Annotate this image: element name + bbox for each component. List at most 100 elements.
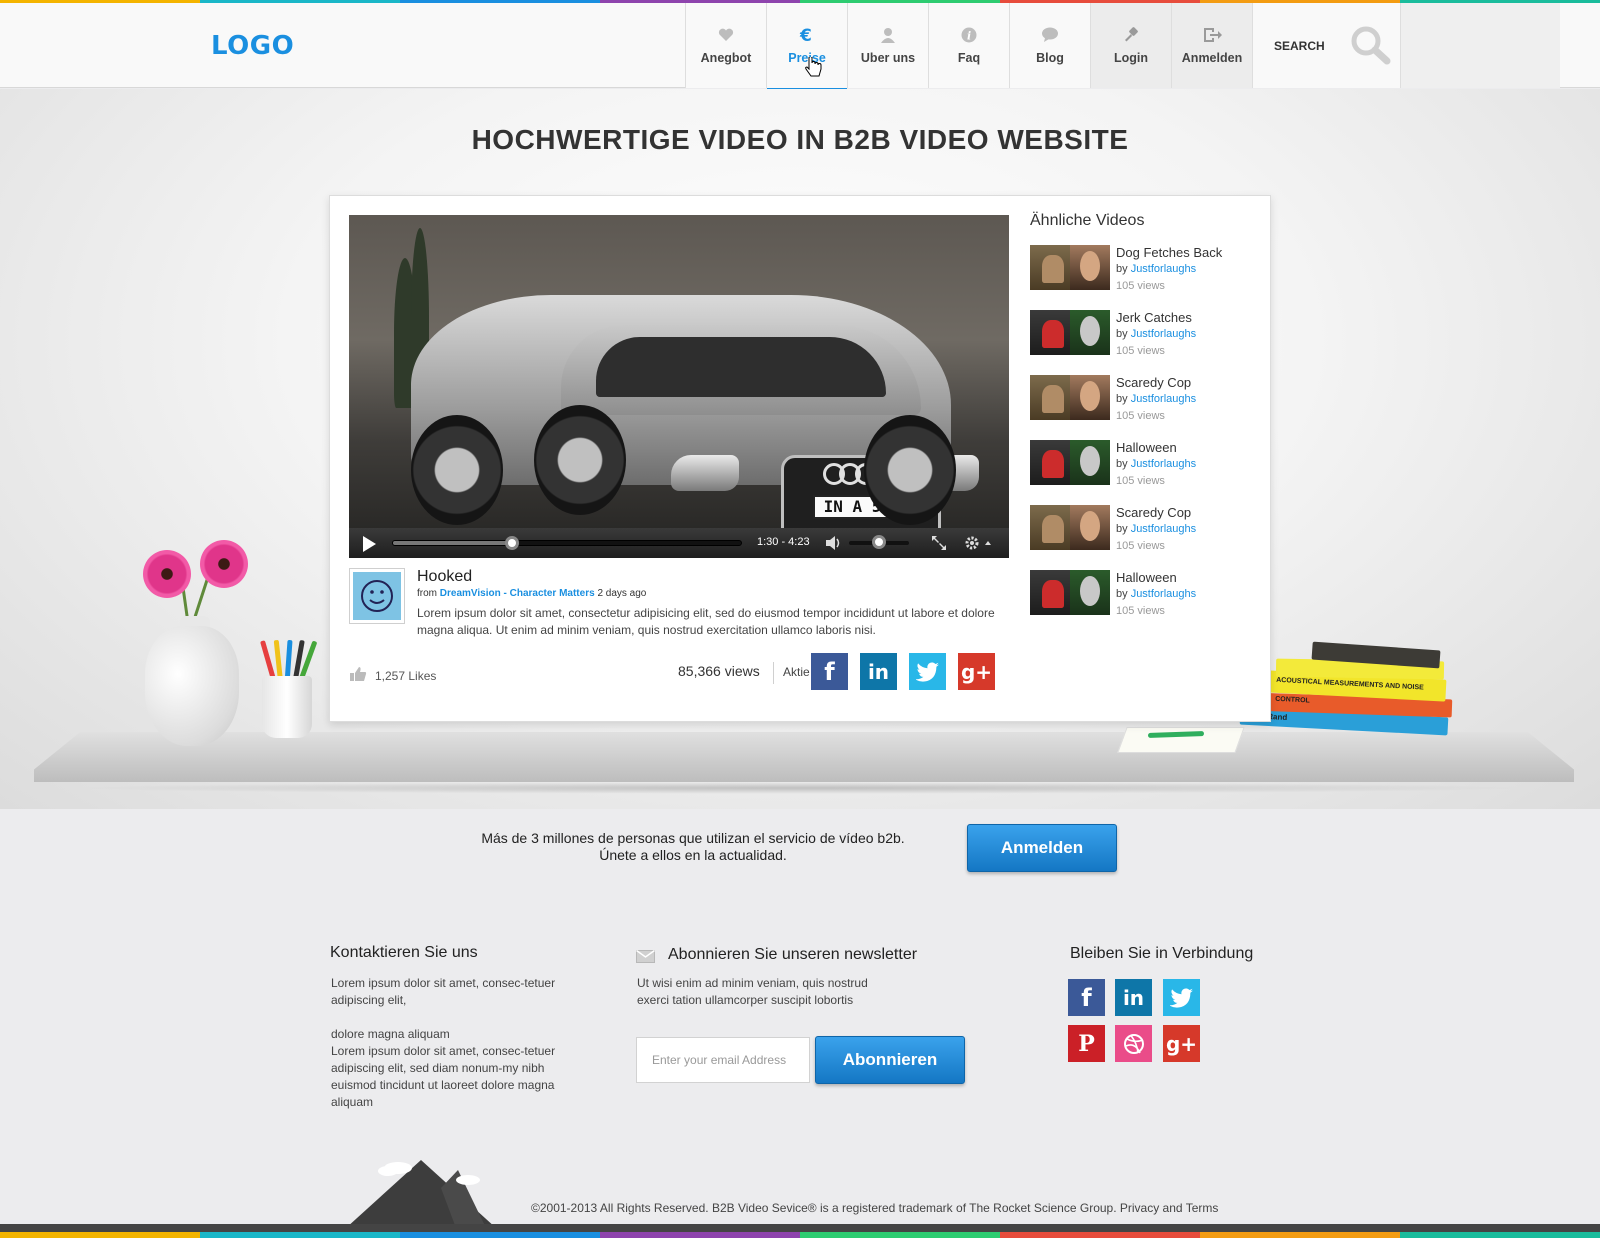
flower — [200, 540, 248, 588]
nav-item-anmelden[interactable]: Anmelden — [1171, 3, 1252, 88]
cta-text: Más de 3 millones de personas que utiliz… — [440, 830, 946, 864]
video-frame[interactable]: IN A 5001 — [349, 215, 1009, 528]
progress-bar[interactable] — [392, 536, 742, 550]
related-views: 105 views — [1116, 345, 1165, 357]
related-thumbnail[interactable] — [1030, 310, 1110, 355]
related-thumbnail[interactable] — [1030, 570, 1110, 615]
avatar[interactable] — [349, 568, 405, 624]
color-segment — [600, 1232, 800, 1238]
header-spacer — [1400, 3, 1560, 88]
video-player[interactable]: IN A 5001 1:30 - 4:23 — [349, 215, 1009, 558]
mountain-illustration — [346, 1158, 496, 1233]
likes[interactable]: 1,257 Likes — [349, 666, 436, 685]
contact-paragraph: Lorem ipsum dolor sit amet, consec-tetue… — [331, 1044, 556, 1109]
volume-icon[interactable] — [825, 536, 843, 555]
related-views: 105 views — [1116, 280, 1165, 292]
related-name[interactable]: Scaredy Cop — [1116, 505, 1191, 520]
video-byline: from DreamVision - Character Matters 2 d… — [417, 588, 646, 599]
author-link[interactable]: Justforlaughs — [1131, 588, 1196, 600]
contact-title: Kontaktieren Sie uns — [330, 944, 478, 961]
related-thumbnail[interactable] — [1030, 375, 1110, 420]
facebook-icon[interactable]: f — [1068, 979, 1105, 1016]
gear-icon[interactable] — [963, 534, 993, 557]
related-author: by Justforlaughs — [1116, 328, 1197, 340]
play-icon[interactable] — [363, 536, 376, 552]
fullscreen-icon[interactable] — [931, 535, 947, 556]
nav-item-login[interactable]: Login — [1090, 3, 1171, 88]
video-description: Lorem ipsum dolor sit amet, consectetur … — [417, 606, 995, 637]
cta-line-1: Más de 3 millones de personas que utiliz… — [481, 830, 905, 846]
related-item[interactable]: Scaredy Cop by Justforlaughs 105 views — [1030, 375, 1260, 440]
likes-count: 1,257 Likes — [375, 668, 437, 683]
related-name[interactable]: Halloween — [1116, 440, 1177, 455]
related-author: by Justforlaughs — [1116, 588, 1197, 600]
author-link[interactable]: Justforlaughs — [1131, 458, 1196, 470]
pinterest-icon[interactable]: P — [1068, 1025, 1105, 1062]
copyright: ©2001-2013 All Rights Reserved. B2B Vide… — [531, 1201, 1219, 1215]
social-title: Bleiben Sie in Verbindung — [1070, 945, 1254, 962]
color-segment — [1400, 1232, 1600, 1238]
from-label: from — [417, 588, 437, 599]
nav-item-uber-uns[interactable]: Uber uns — [847, 3, 928, 88]
nav-item-anegbot[interactable]: Anegbot — [685, 3, 766, 88]
nav-item-faq[interactable]: i Faq — [928, 3, 1009, 88]
video-title: Hooked — [417, 568, 473, 585]
related-item[interactable]: Halloween by Justforlaughs 105 views — [1030, 440, 1260, 505]
author-link[interactable]: Justforlaughs — [1131, 328, 1196, 340]
related-name[interactable]: Scaredy Cop — [1116, 375, 1191, 390]
author-link[interactable]: Justforlaughs — [1131, 263, 1196, 275]
related-thumbnail[interactable] — [1030, 245, 1110, 290]
related-name[interactable]: Dog Fetches Back — [1116, 245, 1222, 260]
volume-handle[interactable] — [872, 535, 886, 549]
twitter-icon[interactable] — [1163, 979, 1200, 1016]
nav-item-preise[interactable]: € Preise — [766, 3, 847, 91]
car-wheel — [411, 415, 503, 525]
twitter-icon[interactable] — [909, 653, 946, 690]
progress-handle[interactable] — [505, 536, 519, 550]
related-item[interactable]: Scaredy Cop by Justforlaughs 105 views — [1030, 505, 1260, 570]
divider — [773, 662, 774, 684]
shelf-shadow — [70, 782, 1530, 794]
search-icon[interactable] — [1350, 25, 1392, 70]
related-videos: Ähnliche Videos Dog Fetches Back by Just… — [1030, 212, 1260, 635]
nav-label: Anegbot — [700, 51, 752, 65]
related-name[interactable]: Halloween — [1116, 570, 1177, 585]
logo[interactable]: LOGO — [211, 31, 294, 61]
footer-strip — [0, 1224, 1600, 1232]
googleplus-icon[interactable]: g+ — [958, 653, 995, 690]
hand-cursor-icon — [804, 55, 822, 84]
author-link[interactable]: Justforlaughs — [1131, 393, 1196, 405]
progress-fill — [393, 541, 512, 545]
nav-item-blog[interactable]: Blog — [1009, 3, 1090, 88]
channel-link[interactable]: DreamVision - Character Matters — [440, 588, 595, 599]
facebook-icon[interactable]: f — [811, 653, 848, 690]
linkedin-icon[interactable]: in — [860, 653, 897, 690]
related-item[interactable]: Dog Fetches Back by Justforlaughs 105 vi… — [1030, 245, 1260, 310]
flower — [143, 550, 191, 598]
anmelden-button[interactable]: Anmelden — [967, 824, 1117, 872]
related-thumbnail[interactable] — [1030, 440, 1110, 485]
related-item[interactable]: Halloween by Justforlaughs 105 views — [1030, 570, 1260, 635]
related-author: by Justforlaughs — [1116, 523, 1197, 535]
author-link[interactable]: Justforlaughs — [1131, 523, 1196, 535]
contact-text: Lorem ipsum dolor sit amet, consec-tetue… — [331, 975, 556, 1111]
linkedin-icon[interactable]: in — [1115, 979, 1152, 1016]
vase — [145, 626, 239, 746]
related-item[interactable]: Jerk Catches by Justforlaughs 105 views — [1030, 310, 1260, 375]
dribbble-icon[interactable] — [1115, 1025, 1152, 1062]
googleplus-icon[interactable]: g+ — [1163, 1025, 1200, 1062]
nav-label: Faq — [957, 51, 981, 65]
related-thumbnail[interactable] — [1030, 505, 1110, 550]
email-input[interactable] — [636, 1037, 810, 1083]
thumbs-up-icon — [349, 666, 375, 685]
envelope-icon — [636, 949, 655, 968]
search-box[interactable]: SEARCH — [1252, 3, 1400, 88]
subscribe-button[interactable]: Abonnieren — [815, 1036, 965, 1084]
bottom-color-bar — [0, 1232, 1600, 1238]
color-segment — [400, 1232, 600, 1238]
related-author: by Justforlaughs — [1116, 263, 1197, 275]
related-name[interactable]: Jerk Catches — [1116, 310, 1192, 325]
nav-label: Anmelden — [1181, 51, 1243, 65]
color-segment — [1000, 1232, 1200, 1238]
sign-in-icon — [1202, 25, 1222, 45]
